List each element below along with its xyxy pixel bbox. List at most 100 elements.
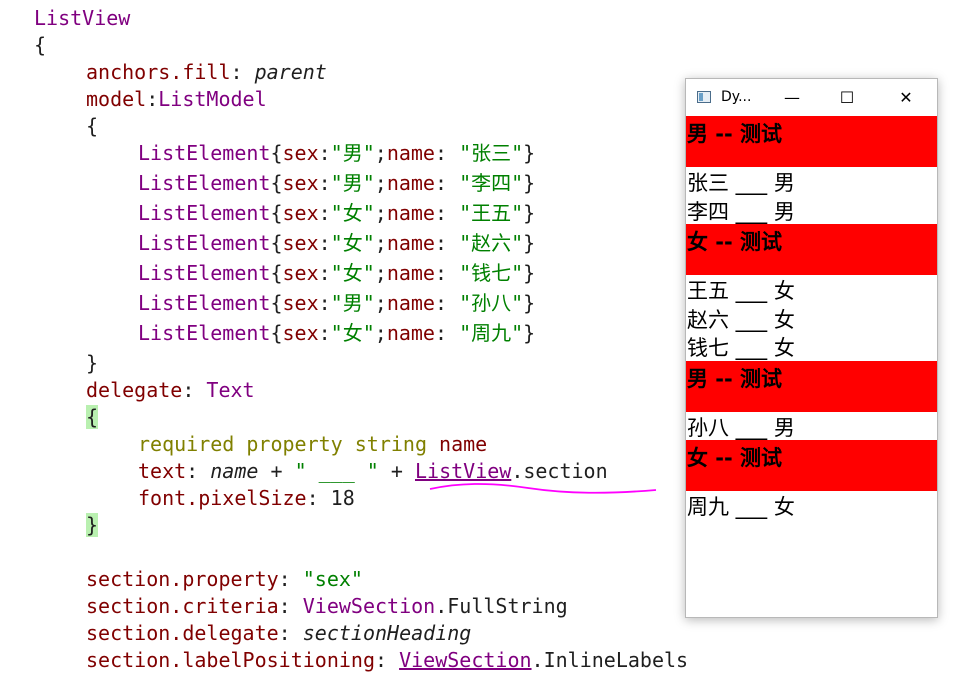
code-colon: :	[318, 141, 331, 165]
code-brace: {	[270, 261, 283, 285]
list-item[interactable]: 孙八 ___ 男	[687, 414, 795, 442]
code-semicolon: ;	[374, 291, 387, 315]
code-member: .FullString	[435, 594, 568, 618]
code-string: "男"	[330, 291, 375, 315]
code-identifier: name	[210, 459, 259, 483]
code-property: name	[386, 291, 435, 315]
list-item[interactable]: 周九 ___ 女	[687, 493, 795, 521]
code-brace: }	[523, 231, 536, 255]
code-type: ListElement	[138, 201, 271, 225]
code-line-list-element: ListElement{sex:"女";name: "王五"}	[138, 200, 535, 227]
code-colon: :	[230, 60, 255, 84]
code-brace: }	[523, 201, 536, 225]
code-line-required: required property string name	[138, 431, 487, 458]
code-brace: {	[270, 141, 283, 165]
code-string: "王五"	[459, 201, 524, 225]
code-line-open-brace: {	[34, 33, 47, 57]
code-line-list-element: ListElement{sex:"女";name: "钱七"}	[138, 260, 535, 287]
code-colon: :	[306, 486, 331, 510]
code-colon: :	[434, 201, 460, 225]
section-heading: 男 -- 测试	[686, 116, 937, 167]
code-semicolon: ;	[374, 201, 387, 225]
app-icon	[697, 91, 711, 103]
list-item[interactable]: 王五 ___ 女	[687, 277, 795, 305]
code-string: "女"	[330, 231, 375, 255]
code-number: 18	[330, 486, 355, 510]
minimize-button[interactable]: —	[769, 79, 815, 116]
code-colon: :	[186, 459, 211, 483]
code-property: section.criteria	[86, 594, 279, 618]
code-line-anchors: anchors.fill: parent	[86, 59, 327, 86]
code-property: section.property	[86, 567, 279, 591]
code-line-section-label: section.labelPositioning: ViewSection.In…	[86, 647, 688, 674]
matched-brace: {	[86, 405, 99, 429]
close-button[interactable]: ✕	[883, 79, 929, 116]
code-colon: :	[434, 291, 460, 315]
code-property: name	[386, 321, 435, 345]
code-line-list-element: ListElement{sex:"女";name: "赵六"}	[138, 230, 535, 257]
code-brace: }	[523, 291, 536, 315]
code-type: ViewSection	[399, 648, 532, 672]
code-property: font.pixelSize	[138, 486, 307, 510]
code-string: "男"	[330, 141, 375, 165]
code-property: sex	[282, 321, 319, 345]
code-brace: }	[523, 171, 536, 195]
code-line-section-property: section.property: "sex"	[86, 566, 363, 593]
code-type: ListElement	[138, 291, 271, 315]
section-heading: 女 -- 测试	[686, 224, 937, 275]
code-brace: }	[523, 141, 536, 165]
code-member: .InlineLabels	[531, 648, 689, 672]
code-string: "赵六"	[459, 231, 524, 255]
code-type: ViewSection	[302, 594, 436, 618]
code-value: parent	[254, 60, 327, 84]
code-brace: {	[270, 231, 283, 255]
list-item[interactable]: 李四 ___ 男	[687, 198, 795, 226]
code-line-delegate-open: {	[86, 404, 99, 431]
code-type: ListElement	[138, 171, 271, 195]
code-string: "钱七"	[459, 261, 524, 285]
code-colon: :	[278, 621, 303, 645]
code-property: sex	[282, 231, 319, 255]
code-colon: :	[318, 201, 331, 225]
code-string: "女"	[330, 321, 375, 345]
code-property: delegate	[86, 378, 183, 402]
code-property: name	[386, 231, 435, 255]
code-type: Text	[206, 378, 255, 402]
code-string: "孙八"	[459, 291, 524, 315]
code-line-listview: ListView	[34, 6, 131, 30]
window-titlebar[interactable]: Dy... — ☐ ✕	[686, 79, 937, 116]
code-type: ListElement	[138, 141, 271, 165]
code-line-list-element: ListElement{sex:"女";name: "周九"}	[138, 320, 535, 347]
list-item[interactable]: 赵六 ___ 女	[687, 306, 795, 334]
code-brace: {	[270, 321, 283, 345]
app-window[interactable]: Dy... — ☐ ✕ 男 -- 测试 张三 ___ 男李四 ___ 男女 -- …	[685, 78, 938, 618]
code-colon: :	[278, 594, 303, 618]
code-semicolon: ;	[374, 141, 387, 165]
list-item[interactable]: 钱七 ___ 女	[687, 334, 795, 362]
code-property: anchors.fill	[86, 60, 231, 84]
code-string: "男"	[330, 171, 375, 195]
code-semicolon: ;	[374, 261, 387, 285]
code-property: section.delegate	[86, 621, 279, 645]
code-brace: {	[270, 201, 283, 225]
code-line-delegate-close: }	[86, 512, 99, 539]
code-type: ListElement	[138, 321, 271, 345]
list-item[interactable]: 张三 ___ 男	[687, 169, 795, 197]
code-operator: +	[258, 459, 295, 483]
code-semicolon: ;	[374, 231, 387, 255]
code-type: ListElement	[138, 261, 271, 285]
squiggle-annotation	[429, 483, 657, 494]
code-property: model	[86, 87, 147, 111]
matched-brace: }	[86, 513, 99, 537]
code-string: "sex"	[302, 567, 363, 591]
code-property: name	[386, 171, 435, 195]
code-line-model-open: {	[86, 114, 99, 138]
code-string: "女"	[330, 261, 375, 285]
code-colon: :	[434, 261, 460, 285]
maximize-button[interactable]: ☐	[824, 79, 870, 116]
code-colon: :	[434, 321, 460, 345]
code-property: sex	[282, 171, 319, 195]
code-type: ListElement	[138, 231, 271, 255]
code-line-delegate: delegate: Text	[86, 377, 255, 404]
code-identifier: name	[426, 432, 488, 456]
